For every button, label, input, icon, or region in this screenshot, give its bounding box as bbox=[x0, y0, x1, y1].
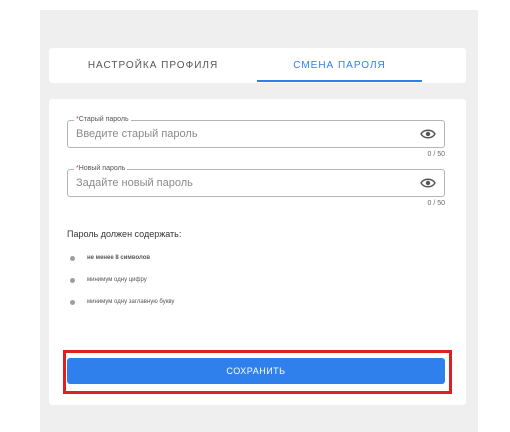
new-password-field: *Новый пароль bbox=[67, 164, 445, 197]
tab-change-password[interactable]: СМЕНА ПАРОЛЯ bbox=[257, 48, 422, 83]
bullet-icon bbox=[70, 277, 75, 283]
requirement-text: не менее 8 символов bbox=[87, 255, 151, 261]
requirement-item: минимум одну заглавную букву bbox=[70, 296, 174, 308]
old-password-label-text: Старый пароль bbox=[78, 116, 129, 123]
save-button[interactable]: СОХРАНИТЬ bbox=[67, 358, 445, 384]
new-password-input[interactable] bbox=[76, 175, 406, 191]
requirement-text: минимум одну заглавную букву bbox=[87, 299, 175, 305]
requirement-item: не менее 8 символов bbox=[70, 252, 174, 264]
active-tab-indicator bbox=[257, 80, 422, 82]
tab-profile-settings[interactable]: НАСТРОЙКА ПРОФИЛЯ bbox=[49, 48, 257, 83]
requirements-title: Пароль должен содержать: bbox=[67, 229, 182, 239]
old-password-field: *Старый пароль bbox=[67, 115, 445, 148]
eye-icon[interactable] bbox=[420, 128, 436, 140]
requirement-item: минимум одну цифру bbox=[70, 274, 174, 286]
tabs-bar: НАСТРОЙКА ПРОФИЛЯ СМЕНА ПАРОЛЯ bbox=[49, 48, 466, 83]
old-password-label: *Старый пароль bbox=[74, 115, 131, 125]
new-password-label: *Новый пароль bbox=[74, 164, 128, 174]
bullet-icon bbox=[70, 255, 75, 261]
page-viewport: НАСТРОЙКА ПРОФИЛЯ СМЕНА ПАРОЛЯ *Старый п… bbox=[40, 10, 478, 432]
new-password-counter: 0 / 50 bbox=[427, 200, 445, 207]
eye-icon[interactable] bbox=[420, 177, 436, 189]
old-password-input[interactable] bbox=[76, 126, 406, 142]
requirements-list: не менее 8 символов минимум одну цифру м… bbox=[70, 252, 174, 318]
old-password-counter: 0 / 50 bbox=[427, 151, 445, 158]
requirement-text: минимум одну цифру bbox=[87, 277, 147, 283]
new-password-label-text: Новый пароль bbox=[78, 165, 126, 172]
bullet-icon bbox=[70, 299, 75, 305]
change-password-form: *Старый пароль 0 / 50 *Новый пароль 0 / … bbox=[49, 99, 466, 405]
